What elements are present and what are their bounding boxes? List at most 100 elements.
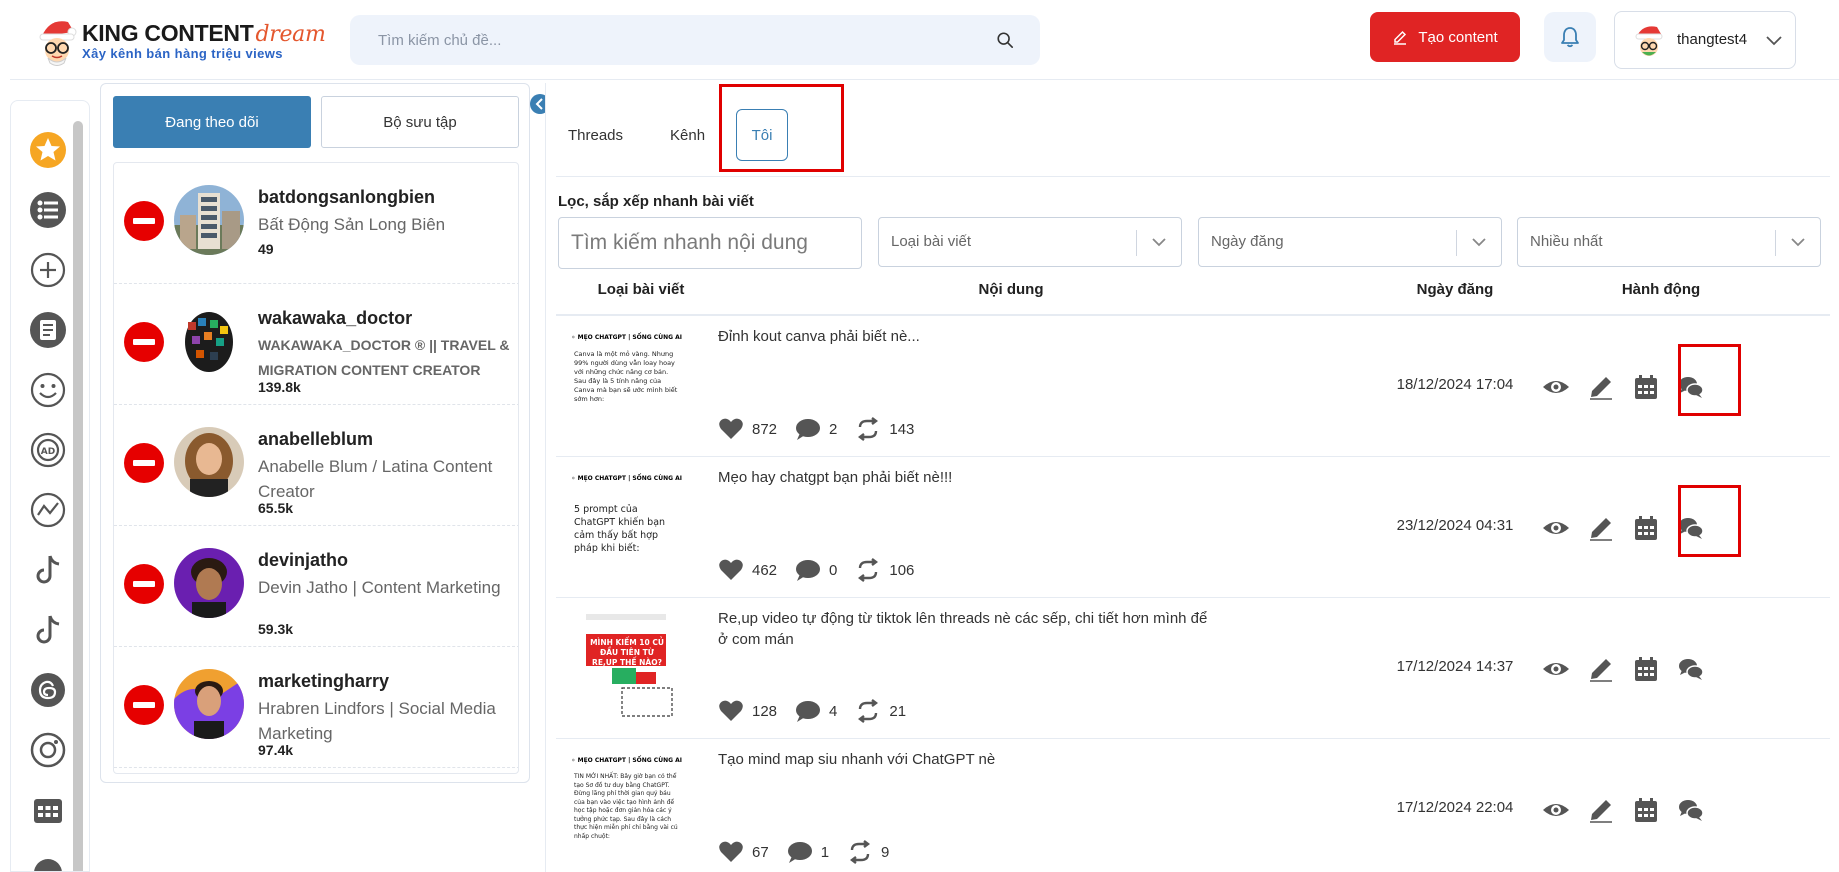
star-icon[interactable] — [29, 131, 67, 169]
unfollow-button[interactable] — [124, 443, 164, 483]
thumb-title: MÌNH KIẾM 10 CỦ ĐẦU TIÊN TỪ RE,UP THẾ NÀ… — [590, 638, 664, 667]
tiktok-shop-icon[interactable] — [29, 611, 67, 649]
tab-channel[interactable]: Kênh — [670, 109, 705, 161]
repost-icon — [858, 699, 879, 723]
comment-icon — [796, 419, 821, 440]
notifications-button[interactable] — [1544, 12, 1596, 62]
avatar — [174, 306, 244, 376]
heart-icon — [719, 559, 743, 580]
post-thumbnail[interactable]: MẸO CHATGPT | SỐNG CÙNG AI Canva là một … — [572, 326, 682, 444]
edit-icon[interactable] — [1587, 373, 1615, 401]
tab-threads[interactable]: Threads — [568, 109, 623, 161]
santa-hat-logo-icon — [39, 21, 77, 66]
comments-icon[interactable] — [1677, 655, 1705, 683]
list-item[interactable]: devinjatho Devin Jatho | Content Marketi… — [114, 526, 518, 647]
repost-count: 106 — [889, 561, 915, 579]
chevron-down-icon — [1152, 238, 1166, 247]
threads-icon[interactable] — [29, 671, 67, 709]
repost-count: 21 — [889, 702, 907, 720]
smiley-icon[interactable] — [29, 371, 67, 409]
bell-icon — [1561, 27, 1579, 48]
eye-icon[interactable] — [1542, 655, 1570, 683]
calendar-icon[interactable] — [1632, 655, 1660, 683]
repost-icon — [858, 417, 879, 441]
calendar-grid-icon[interactable] — [29, 791, 67, 829]
brand-tagline: Xây kênh bán hàng triệu views — [82, 46, 283, 61]
eye-icon[interactable] — [1542, 514, 1570, 542]
follower-count: 59.3k — [258, 621, 294, 637]
post-type-select[interactable]: Loại bài viết — [878, 217, 1182, 267]
like-count: 128 — [752, 702, 778, 720]
unfollow-button[interactable] — [124, 322, 164, 362]
unfollow-button[interactable] — [124, 564, 164, 604]
heart-icon — [719, 841, 743, 862]
divider — [556, 176, 1830, 177]
ad-icon[interactable]: AD — [29, 431, 67, 469]
list-item[interactable]: marketingharry Hrabren Lindfors | Social… — [114, 647, 518, 768]
comments-icon[interactable] — [1677, 796, 1705, 824]
list-icon[interactable] — [29, 191, 67, 229]
sidebar-scrollbar[interactable] — [73, 121, 83, 871]
create-content-button[interactable]: Tạo content — [1370, 12, 1520, 62]
quick-search-input[interactable] — [558, 217, 862, 269]
select-separator — [1775, 230, 1776, 256]
search-icon[interactable] — [996, 31, 1014, 49]
repost-icon — [858, 558, 879, 582]
sidebar-rail: AD — [10, 100, 90, 872]
post-stats: 128 4 21 — [718, 699, 924, 723]
calendar-icon[interactable] — [1632, 373, 1660, 401]
comment-count: 4 — [829, 702, 838, 720]
edit-icon[interactable] — [1587, 514, 1615, 542]
trend-icon[interactable] — [29, 491, 67, 529]
chatgpt-logo-icon — [572, 758, 575, 762]
comment-icon — [796, 701, 821, 722]
follow-bio: Bất Động Sản Long Biên — [258, 215, 446, 234]
column-header-actions: Hành động — [1621, 281, 1701, 298]
top-header: KING CONTENTdream Xây kênh bán hàng triệ… — [10, 0, 1839, 80]
eye-icon[interactable] — [1542, 796, 1570, 824]
calendar-icon[interactable] — [1632, 514, 1660, 542]
following-list: batdongsanlongbien Bất Động Sản Long Biê… — [113, 162, 519, 774]
thumb-title: MẸO CHATGPT | SỐNG CÙNG AI — [572, 328, 682, 346]
comment-icon — [796, 560, 821, 581]
follow-handle: anabelleblum — [258, 429, 374, 449]
post-stats: 872 2 143 — [718, 417, 932, 441]
post-content: Đỉnh kout canva phải biết nè... — [718, 328, 920, 345]
follower-count: 139.8k — [258, 379, 301, 395]
tab-collection[interactable]: Bộ sưu tập — [321, 96, 519, 148]
post-date-select[interactable]: Ngày đăng — [1198, 217, 1502, 267]
eye-icon[interactable] — [1542, 373, 1570, 401]
brand-logo[interactable]: KING CONTENTdream Xây kênh bán hàng triệ… — [38, 16, 328, 66]
highlight-box — [719, 84, 844, 172]
post-thumbnail[interactable]: MẸO CHATGPT | SỐNG CÙNG AI 5 prompt của … — [572, 467, 682, 585]
post-thumbnail[interactable]: MẸO CHATGPT | SỐNG CÙNG AI TIN MỚI NHẤT:… — [572, 749, 682, 867]
follower-count: 97.4k — [258, 742, 294, 758]
thumb-body: Canva là một mỏ vàng. Nhưng 99% người dù… — [574, 350, 678, 403]
tiktok-icon[interactable] — [29, 551, 67, 589]
document-icon[interactable] — [29, 311, 67, 349]
topic-search — [350, 15, 1040, 65]
sort-value: Nhiều nhất — [1530, 233, 1603, 250]
list-item[interactable]: anabelleblum Anabelle Blum / Latina Cont… — [114, 405, 518, 526]
post-thumbnail[interactable]: MÌNH KIẾM 10 CỦ ĐẦU TIÊN TỪ RE,UP THẾ NÀ… — [572, 608, 682, 726]
unfollow-button[interactable] — [124, 201, 164, 241]
sort-select[interactable]: Nhiều nhất — [1517, 217, 1821, 267]
tab-following[interactable]: Đang theo dõi — [113, 96, 311, 148]
edit-icon[interactable] — [1587, 655, 1615, 683]
list-item[interactable]: wakawaka_doctor WAKAWAKA_DOCTOR ® || TRA… — [114, 284, 518, 405]
follow-handle: devinjatho — [258, 550, 349, 570]
like-count: 67 — [752, 843, 769, 861]
like-count: 872 — [752, 420, 778, 438]
calendar-icon[interactable] — [1632, 796, 1660, 824]
topic-search-input[interactable] — [378, 29, 978, 51]
follow-bio: Hrabren Lindfors | Social Media Marketin… — [258, 699, 496, 743]
add-circle-icon[interactable] — [29, 251, 67, 289]
unfollow-button[interactable] — [124, 685, 164, 725]
instagram-icon[interactable] — [29, 731, 67, 769]
user-menu[interactable]: thangtest4 — [1614, 11, 1796, 69]
list-item[interactable]: batdongsanlongbien Bất Động Sản Long Biê… — [114, 163, 518, 284]
cloud-icon[interactable] — [29, 851, 67, 872]
chatgpt-logo-icon — [572, 476, 575, 480]
edit-icon[interactable] — [1587, 796, 1615, 824]
table-row: MÌNH KIẾM 10 CỦ ĐẦU TIÊN TỪ RE,UP THẾ NÀ… — [556, 598, 1830, 739]
